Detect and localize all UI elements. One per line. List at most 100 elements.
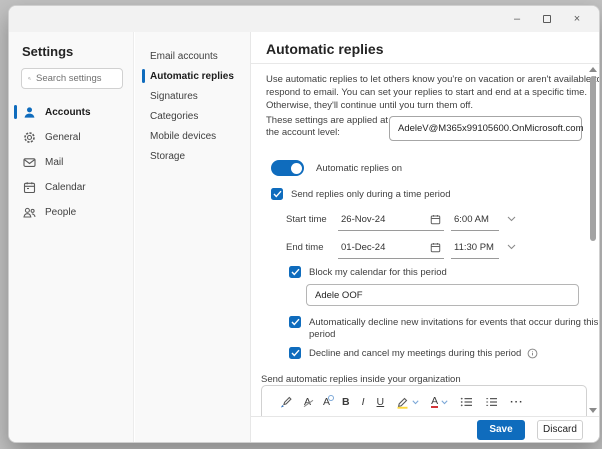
reply-editor-toolbar: A A B I U A ··· [261, 385, 587, 418]
search-box[interactable] [21, 68, 123, 89]
panel-header: Automatic replies [251, 32, 599, 64]
more-options-button[interactable]: ··· [510, 397, 524, 408]
time-period-checkbox[interactable] [271, 188, 283, 200]
calendar-icon [23, 182, 36, 194]
maximize-button[interactable] [537, 10, 557, 28]
discard-button[interactable]: Discard [537, 419, 583, 440]
underline-button[interactable]: U [377, 397, 385, 408]
mail-icon [23, 158, 36, 167]
subnav-item-label: Automatic replies [150, 70, 234, 82]
block-calendar-row: Block my calendar for this period [289, 266, 599, 279]
decline-invitations-checkbox[interactable] [289, 316, 301, 328]
chevron-down-icon [507, 216, 516, 222]
bullet-list-icon [460, 397, 473, 407]
checkmark-icon [290, 268, 300, 276]
event-title-input[interactable] [306, 284, 579, 306]
block-calendar-label: Block my calendar for this period [309, 267, 447, 278]
minimize-button[interactable]: – [507, 10, 527, 28]
sidebar-item-label: Accounts [45, 107, 91, 118]
decline-invitations-line: period [309, 329, 336, 340]
numbered-list-button[interactable] [485, 396, 498, 408]
font-size-button[interactable]: A [323, 397, 330, 408]
format-painter-icon [280, 396, 292, 407]
scroll-down-arrow[interactable] [589, 408, 597, 413]
start-time-row: Start time 26-Nov-24 6:00 AM [251, 209, 599, 233]
selected-indicator [142, 69, 145, 83]
subnav-item-categories[interactable]: Categories [135, 106, 250, 126]
start-date-field[interactable]: 26-Nov-24 [338, 209, 444, 231]
people-icon [23, 207, 36, 218]
toggle-knob [290, 162, 302, 174]
underline-icon: U [376, 395, 385, 408]
settings-window: – × Settings Search settings Accounts Ge… [8, 5, 600, 443]
sidebar-item-people[interactable]: People [9, 200, 133, 225]
calendar-picker-icon [430, 215, 441, 225]
font-size-icon: A [323, 395, 331, 408]
selected-indicator [14, 105, 17, 119]
chevron-down-icon[interactable] [441, 399, 448, 405]
search-icon [28, 77, 31, 80]
accounts-subnav: Email accounts Automatic replies Signatu… [135, 32, 251, 442]
description-text: Use automatic replies to let others know… [266, 73, 599, 112]
sidebar-item-general[interactable]: General [9, 125, 133, 150]
save-button[interactable]: Save [477, 419, 525, 440]
decline-meetings-row: Decline and cancel my meetings during th… [289, 347, 599, 360]
sidebar-item-label: Calendar [45, 182, 86, 193]
automatic-replies-toggle[interactable] [271, 160, 304, 176]
numbered-list-icon [486, 397, 498, 407]
sidebar-item-accounts[interactable]: Accounts [9, 100, 133, 125]
clear-formatting-button[interactable]: A [304, 397, 311, 408]
decline-invitations-line: Automatically decline new invitations fo… [309, 317, 599, 328]
format-painter-button[interactable] [279, 396, 292, 409]
end-time-field[interactable]: 11:30 PM [451, 237, 499, 259]
highlight-button[interactable] [396, 396, 419, 409]
sidebar-item-mail[interactable]: Mail [9, 150, 133, 175]
scrollbar-thumb[interactable] [590, 76, 596, 241]
start-time-value: 6:00 AM [454, 214, 489, 225]
end-time-dropdown[interactable] [507, 244, 516, 250]
bold-button[interactable]: B [342, 397, 350, 408]
search-input[interactable] [36, 73, 116, 84]
decline-meetings-label: Decline and cancel my meetings during th… [309, 348, 522, 359]
subnav-item-mobile-devices[interactable]: Mobile devices [135, 126, 250, 146]
font-color-button[interactable]: A [431, 396, 448, 409]
close-button[interactable]: × [567, 10, 587, 28]
info-icon[interactable] [527, 348, 538, 359]
sidebar-item-calendar[interactable]: Calendar [9, 175, 133, 200]
chevron-down-icon [507, 244, 516, 250]
checkmark-icon [290, 318, 300, 326]
chevron-down-icon[interactable] [412, 399, 419, 405]
maximize-icon [543, 15, 551, 23]
sidebar-nav: Accounts General Mail Calendar People [9, 100, 133, 225]
end-date-value: 01-Dec-24 [341, 242, 386, 253]
inside-org-label: Send automatic replies inside your organ… [261, 374, 461, 385]
description-line: Use automatic replies to let others know… [266, 74, 600, 85]
italic-button[interactable]: I [362, 397, 365, 408]
decline-invitations-row: Automatically decline new invitations fo… [289, 316, 599, 341]
highlighter-icon [397, 397, 408, 409]
automatic-replies-toggle-row: Automatic replies on [271, 160, 599, 176]
settings-sidebar: Settings Accounts [9, 32, 134, 442]
end-date-field[interactable]: 01-Dec-24 [338, 237, 444, 259]
start-time-field[interactable]: 6:00 AM [451, 209, 499, 231]
start-date-value: 26-Nov-24 [341, 214, 386, 225]
time-period-row: Send replies only during a time period [271, 188, 599, 201]
calendar-picker-icon [430, 243, 441, 253]
vertical-scrollbar[interactable] [588, 65, 598, 415]
subnav-item-storage[interactable]: Storage [135, 146, 250, 166]
checkmark-icon [272, 190, 282, 198]
checkmark-icon [290, 349, 300, 357]
bullet-list-button[interactable] [460, 396, 473, 408]
subnav-item-signatures[interactable]: Signatures [135, 86, 250, 106]
subnav-item-automatic-replies[interactable]: Automatic replies [135, 66, 250, 86]
sidebar-item-label: General [45, 132, 81, 143]
automatic-replies-panel: Automatic replies Use automatic replies … [251, 32, 599, 442]
scroll-up-arrow[interactable] [589, 67, 597, 72]
decline-meetings-checkbox[interactable] [289, 347, 301, 359]
subnav-item-email-accounts[interactable]: Email accounts [135, 46, 250, 66]
start-time-dropdown[interactable] [507, 216, 516, 222]
italic-icon: I [361, 395, 365, 408]
more-options-icon: ··· [510, 395, 524, 408]
block-calendar-checkbox[interactable] [289, 266, 301, 278]
account-dropdown[interactable]: AdeleV@M365x99105600.OnMicrosoft.com [389, 116, 584, 141]
